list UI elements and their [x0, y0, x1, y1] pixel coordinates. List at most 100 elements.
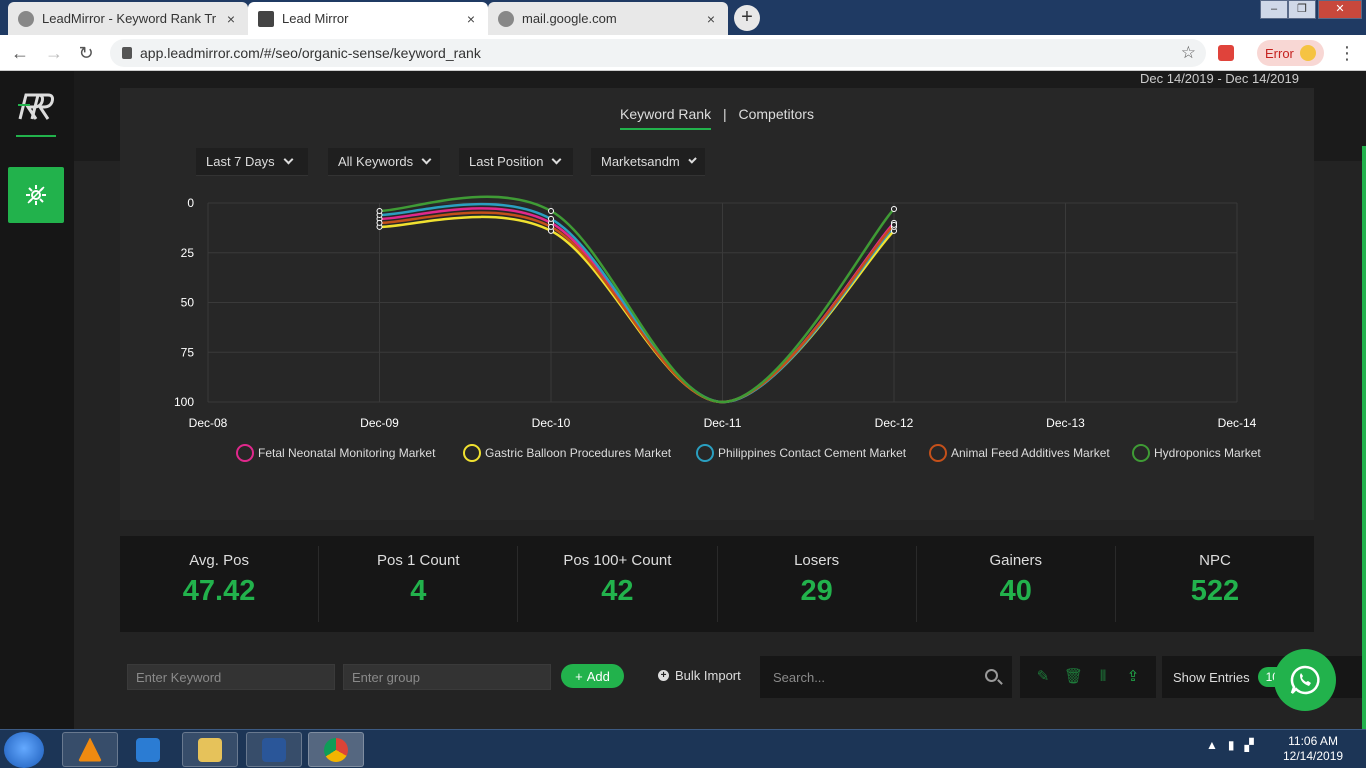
stat-label: Pos 100+ Count	[563, 552, 672, 569]
vlc-cone-icon	[78, 737, 102, 762]
date-range-label[interactable]: Dec 14/2019 - Dec 14/2019	[1140, 71, 1299, 86]
globe-icon	[18, 10, 34, 27]
keyword-rank-line-chart: 0 25 50 75 100 Dec-08 Dec-09 Dec-10 Dec-11 Dec-12…	[174, 195, 1261, 462]
trash-icon[interactable]: 🗑	[1064, 668, 1083, 686]
clock-time: 11:06 AM	[1288, 734, 1338, 748]
maximize-button[interactable]: ❐	[1288, 0, 1316, 19]
data-point	[548, 215, 554, 222]
tray-expand-icon[interactable]: ▲	[1206, 738, 1218, 752]
bulk-import-button[interactable]: + Bulk Import	[658, 668, 741, 683]
forward-arrow-icon[interactable]: →	[42, 41, 66, 65]
signal-icon[interactable]: ▞	[1245, 738, 1254, 752]
tab-mail-google[interactable]: mail.google.com ×	[488, 2, 728, 35]
legend-label: Animal Feed Additives Market	[951, 446, 1110, 460]
stat-label: Gainers	[989, 552, 1043, 569]
legend-marker	[1132, 444, 1150, 462]
tab-title: Lead Mirror	[282, 11, 349, 26]
stat-losers: Losers 29	[718, 546, 917, 622]
stat-value: 29	[800, 575, 833, 607]
new-tab-button[interactable]: +	[734, 5, 760, 31]
word-icon	[262, 737, 286, 762]
logo-underline	[16, 135, 56, 137]
leadmirror-logo	[16, 89, 56, 123]
tab-close-icon[interactable]: ×	[224, 11, 238, 27]
sidebar	[0, 71, 74, 729]
data-point	[376, 219, 383, 226]
taskbar-clock[interactable]: 11:06 AM 12/14/2019	[1283, 734, 1343, 764]
tab-close-icon[interactable]: ×	[464, 11, 478, 27]
y-tick-label: 0	[187, 196, 194, 210]
stat-gainers: Gainers 40	[917, 546, 1116, 622]
globe-icon	[498, 10, 514, 27]
whatsapp-chat-button[interactable]	[1274, 649, 1336, 711]
x-tick-label: Dec-10	[532, 416, 571, 430]
browser-menu-icon[interactable]: ⋮	[1338, 43, 1356, 64]
y-tick-label: 25	[181, 246, 195, 260]
shield-extension-icon[interactable]	[1218, 45, 1234, 61]
plus-circle-icon: +	[658, 670, 669, 681]
profile-error-badge[interactable]: Error	[1257, 40, 1324, 66]
stat-label: Pos 1 Count	[376, 552, 460, 569]
bulk-import-label: Bulk Import	[675, 668, 741, 683]
legend-label: Fetal Neonatal Monitoring Market	[258, 446, 436, 460]
legend-marker	[696, 444, 714, 462]
sidebar-item-seo[interactable]	[8, 167, 64, 223]
app-content: Dec 14/2019 - Dec 14/2019 Keyword Rank |…	[0, 71, 1366, 729]
url-field[interactable]: app.leadmirror.com/#/seo/organic-sense/k…	[110, 39, 1206, 67]
export-icon[interactable]: ⇪	[1124, 668, 1142, 686]
y-tick-label: 75	[181, 345, 195, 359]
system-tray: ▲ ▮ ▞	[1206, 738, 1254, 752]
lock-icon	[122, 47, 132, 59]
search-icon[interactable]	[985, 669, 998, 682]
bookmark-star-icon[interactable]: ☆	[1181, 43, 1196, 63]
logo-mark-icon	[18, 93, 54, 120]
network-icon[interactable]: ▮	[1228, 738, 1235, 752]
show-entries-label: Show Entries	[1173, 669, 1250, 685]
search-input[interactable]	[760, 656, 980, 698]
taskbar-media-player[interactable]	[120, 732, 176, 767]
series-line	[379, 202, 895, 404]
stat-value: 42	[601, 575, 634, 607]
stat-value: 40	[999, 575, 1032, 607]
address-bar: ← → ↻ app.leadmirror.com/#/seo/organic-s…	[0, 35, 1366, 71]
data-point	[548, 223, 554, 230]
taskbar-word[interactable]	[246, 732, 302, 767]
taskbar-chrome[interactable]	[308, 732, 364, 767]
stat-pos-1-count: Pos 1 Count 4	[319, 546, 519, 622]
browser-tab-strip: LeadMirror - Keyword Rank Track × Lead M…	[0, 0, 1366, 35]
taskbar-vlc[interactable]	[62, 732, 118, 767]
leadmirror-favicon-icon	[258, 10, 274, 27]
taskbar-explorer[interactable]	[182, 732, 238, 767]
page-scrollbar-thumb[interactable]	[1362, 146, 1366, 729]
back-arrow-icon[interactable]: ←	[8, 41, 32, 65]
series-line	[379, 215, 895, 404]
windows-start-icon[interactable]	[4, 732, 44, 768]
stat-value: 4	[410, 575, 427, 607]
tab-lead-mirror[interactable]: Lead Mirror ×	[248, 2, 488, 35]
stat-label: NPC	[1199, 552, 1231, 569]
stat-avg-pos: Avg. Pos 47.42	[120, 546, 320, 622]
columns-icon[interactable]: ⦀	[1094, 668, 1112, 686]
legend-label: Gastric Balloon Procedures Market	[485, 446, 672, 460]
data-point	[891, 221, 897, 228]
folder-icon	[198, 737, 222, 762]
close-window-button[interactable]: ✕	[1318, 0, 1362, 19]
tab-leadmirror-keyword-rank[interactable]: LeadMirror - Keyword Rank Track ×	[8, 2, 248, 35]
reload-icon[interactable]: ↻	[74, 41, 98, 65]
add-keyword-button[interactable]: + Add	[561, 664, 624, 688]
keyword-input[interactable]	[127, 664, 335, 690]
keyword-toolbar: + Add + Bulk Import ✎ 🗑 ⦀ ⇪ Show Entries…	[120, 656, 1366, 702]
x-tick-label: Dec-14	[1218, 416, 1257, 430]
series-line	[379, 195, 895, 404]
edit-pencil-icon[interactable]: ✎	[1034, 668, 1052, 686]
stat-pos-100-count: Pos 100+ Count 42	[518, 546, 718, 622]
series-line	[379, 207, 895, 404]
add-label: Add	[586, 668, 610, 684]
group-input[interactable]	[343, 664, 551, 690]
tab-close-icon[interactable]: ×	[704, 11, 718, 27]
x-tick-label: Dec-12	[875, 416, 914, 430]
minimize-button[interactable]: –	[1260, 0, 1288, 19]
stat-npc: NPC 522	[1116, 546, 1314, 622]
legend-marker	[236, 444, 254, 462]
y-tick-label: 50	[181, 296, 195, 310]
